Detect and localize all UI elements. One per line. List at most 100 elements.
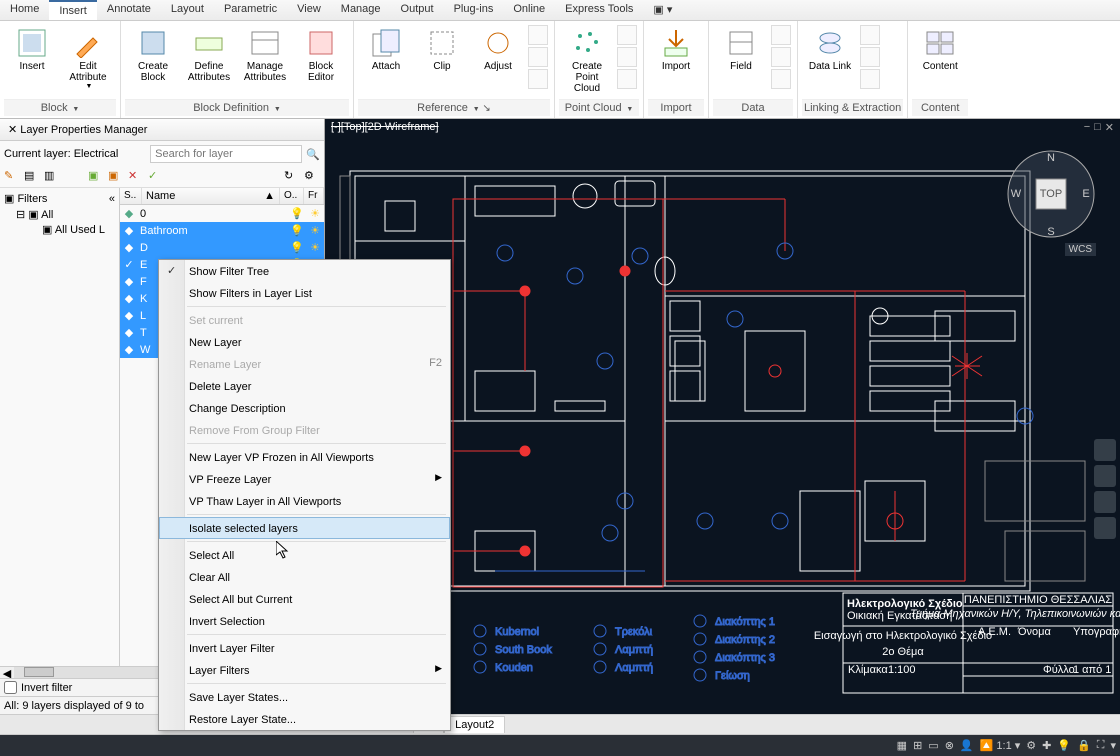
sb-expand-icon[interactable]: ⛶ <box>1097 739 1105 752</box>
sb-grid-icon[interactable]: ⊞ <box>913 739 922 752</box>
col-name[interactable]: Name ▲ <box>142 188 280 204</box>
col-status[interactable]: S.. <box>120 188 142 204</box>
maximize-icon[interactable]: □ <box>1094 121 1101 134</box>
menu-item[interactable]: Change Description <box>159 397 450 419</box>
tab-layout2[interactable]: Layout2 <box>444 716 505 733</box>
filters-header[interactable]: ▣ Filters « <box>2 190 117 207</box>
menu-item[interactable]: Restore Layer State... <box>159 708 450 730</box>
menu-item[interactable]: Select All <box>159 544 450 566</box>
layer-row[interactable]: ◆0💡☀ <box>120 205 324 222</box>
pan-icon[interactable] <box>1094 439 1116 461</box>
insert-button[interactable]: Insert <box>4 23 60 99</box>
content-button[interactable]: Content <box>912 23 968 99</box>
canvas-title[interactable]: [-][Top][2D Wireframe] <box>331 121 439 133</box>
menu-item[interactable]: Delete Layer <box>159 375 450 397</box>
layer-row[interactable]: ◆D💡☀ <box>120 239 324 256</box>
refresh-icon[interactable]: ↻ <box>284 169 300 185</box>
ref-small-3[interactable] <box>528 69 548 89</box>
edit-attribute-button[interactable]: Edit Attribute ▼ <box>60 23 116 99</box>
tab-express[interactable]: Express Tools <box>555 0 643 20</box>
tab-parametric[interactable]: Parametric <box>214 0 287 20</box>
tab-output[interactable]: Output <box>391 0 444 20</box>
wcs-label[interactable]: WCS <box>1065 243 1096 256</box>
create-block-button[interactable]: Create Block <box>125 23 181 99</box>
sun-icon[interactable]: ☀ <box>306 207 324 220</box>
menu-item[interactable]: New Layer <box>159 331 450 353</box>
check-icon[interactable]: ✓ <box>148 169 164 185</box>
link-small-3[interactable] <box>860 69 880 89</box>
sb-lock-icon[interactable]: 🔒 <box>1077 739 1091 752</box>
sun-icon[interactable]: ☀ <box>306 241 324 254</box>
bulb-icon[interactable]: 💡 <box>288 207 306 220</box>
delete-icon[interactable]: ✕ <box>128 169 144 185</box>
sb-model-icon[interactable]: ▦ <box>897 739 907 752</box>
menu-item[interactable]: VP Thaw Layer in All Viewports <box>159 490 450 512</box>
close-icon[interactable]: ✕ <box>1105 121 1114 134</box>
tree-all[interactable]: ⊟ ▣ All <box>2 207 117 222</box>
menu-item[interactable]: Invert Layer Filter <box>159 637 450 659</box>
settings-icon[interactable]: ⚙ <box>304 169 320 185</box>
menu-item[interactable]: Show Filters in Layer List <box>159 282 450 304</box>
col-freeze[interactable]: Fr <box>304 188 324 204</box>
create-pointcloud-button[interactable]: Create Point Cloud <box>559 23 615 99</box>
tab-expand[interactable]: ▣ ▾ <box>643 0 682 20</box>
sb-gear-icon[interactable]: ⚙ <box>1026 739 1036 752</box>
link-small-2[interactable] <box>860 47 880 67</box>
data-small-3[interactable] <box>771 69 791 89</box>
tab-home[interactable]: Home <box>0 0 49 20</box>
tab-view[interactable]: View <box>287 0 331 20</box>
block-editor-button[interactable]: Block Editor <box>293 23 349 99</box>
sb-menu-icon[interactable]: ▾ <box>1110 739 1116 752</box>
menu-item[interactable]: Layer Filters▶ <box>159 659 450 681</box>
new-layer-icon[interactable]: ✎ <box>4 169 20 185</box>
manage-attributes-button[interactable]: Manage Attributes <box>237 23 293 99</box>
wheel-icon[interactable] <box>1094 517 1116 539</box>
tree-all-used[interactable]: ▣ All Used L <box>2 222 117 237</box>
bulb-icon[interactable]: 💡 <box>288 241 306 254</box>
menu-item[interactable]: Save Layer States... <box>159 686 450 708</box>
sb-icon-3[interactable]: ▭ <box>928 739 938 752</box>
sun-icon[interactable]: ☀ <box>306 224 324 237</box>
toolbar-icon-3[interactable]: ▥ <box>44 169 60 185</box>
tab-manage[interactable]: Manage <box>331 0 391 20</box>
invert-filter-checkbox[interactable] <box>4 681 17 694</box>
tab-plugins[interactable]: Plug-ins <box>444 0 504 20</box>
tab-insert[interactable]: Insert <box>49 0 97 20</box>
toolbar-icon-5[interactable]: ▣ <box>108 169 124 185</box>
orbit-icon[interactable] <box>1094 491 1116 513</box>
sb-person-icon[interactable]: 👤 <box>960 739 974 752</box>
menu-item[interactable]: Clear All <box>159 566 450 588</box>
ref-small-1[interactable] <box>528 25 548 45</box>
clip-button[interactable]: Clip <box>414 23 470 99</box>
pc-small-2[interactable] <box>617 47 637 67</box>
layer-row[interactable]: ◆Bathroom💡☀ <box>120 222 324 239</box>
adjust-button[interactable]: Adjust <box>470 23 526 99</box>
tab-layout[interactable]: Layout <box>161 0 214 20</box>
import-button[interactable]: Import <box>648 23 704 99</box>
minimize-icon[interactable]: − <box>1084 121 1090 134</box>
menu-item[interactable]: Select All but Current <box>159 588 450 610</box>
menu-item[interactable]: VP Freeze Layer▶ <box>159 468 450 490</box>
toolbar-icon-2[interactable]: ▤ <box>24 169 40 185</box>
pc-small-3[interactable] <box>617 69 637 89</box>
tab-annotate[interactable]: Annotate <box>97 0 161 20</box>
link-small-1[interactable] <box>860 25 880 45</box>
data-small-1[interactable] <box>771 25 791 45</box>
field-button[interactable]: Field <box>713 23 769 99</box>
menu-item[interactable]: ✓Show Filter Tree <box>159 260 450 282</box>
sb-icon-4[interactable]: ⊗ <box>945 739 954 752</box>
menu-item[interactable]: Isolate selected layers <box>159 517 450 539</box>
sb-scale[interactable]: 🔼 1:1 ▾ <box>980 739 1021 752</box>
search-input[interactable] <box>150 145 302 163</box>
pc-small-1[interactable] <box>617 25 637 45</box>
attach-button[interactable]: Attach <box>358 23 414 99</box>
define-attributes-button[interactable]: Define Attributes <box>181 23 237 99</box>
datalink-button[interactable]: Data Link <box>802 23 858 99</box>
bulb-icon[interactable]: 💡 <box>288 224 306 237</box>
toolbar-icon-4[interactable]: ▣ <box>88 169 104 185</box>
col-on[interactable]: O.. <box>280 188 304 204</box>
sb-bulb-icon[interactable]: 💡 <box>1057 739 1071 752</box>
zoom-icon[interactable] <box>1094 465 1116 487</box>
tab-online[interactable]: Online <box>503 0 555 20</box>
sb-plus-icon[interactable]: ✚ <box>1042 739 1051 752</box>
